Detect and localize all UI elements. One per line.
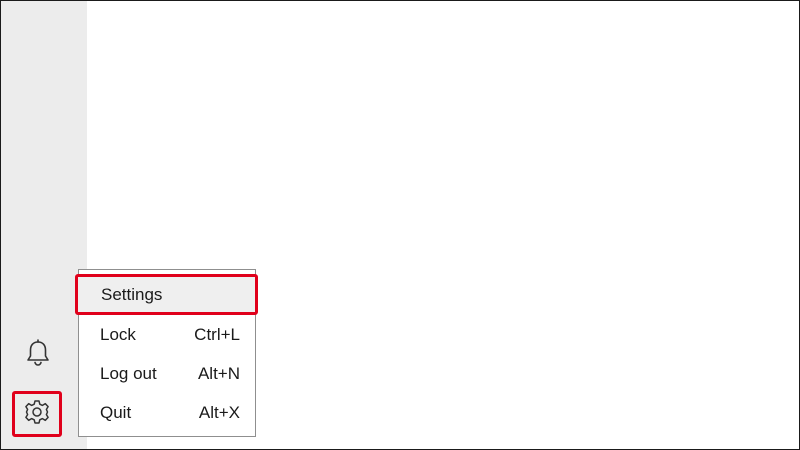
notifications-button[interactable] [14,333,62,377]
menu-item-shortcut: Ctrl+L [194,324,240,344]
menu-item-label: Settings [101,284,163,304]
menu-item-log-out[interactable]: Log out Alt+N [79,354,255,393]
menu-item-shortcut: Alt+X [198,402,240,422]
settings-button[interactable] [12,391,62,437]
menu-item-shortcut: Alt+N [197,363,240,383]
menu-item-label: Log out [100,363,157,383]
menu-item-label: Lock [100,324,136,344]
settings-menu: Settings Lock Ctrl+L Log out Alt+N Quit … [75,269,258,437]
sidebar [1,1,87,449]
bell-icon [25,338,51,372]
gear-icon [24,399,50,430]
app-window: Settings Lock Ctrl+L Log out Alt+N Quit … [0,0,800,450]
menu-item-lock[interactable]: Lock Ctrl+L [79,315,255,354]
menu-item-quit[interactable]: Quit Alt+X [79,393,255,432]
menu-item-settings[interactable]: Settings [75,274,258,315]
menu-item-label: Quit [100,402,132,422]
